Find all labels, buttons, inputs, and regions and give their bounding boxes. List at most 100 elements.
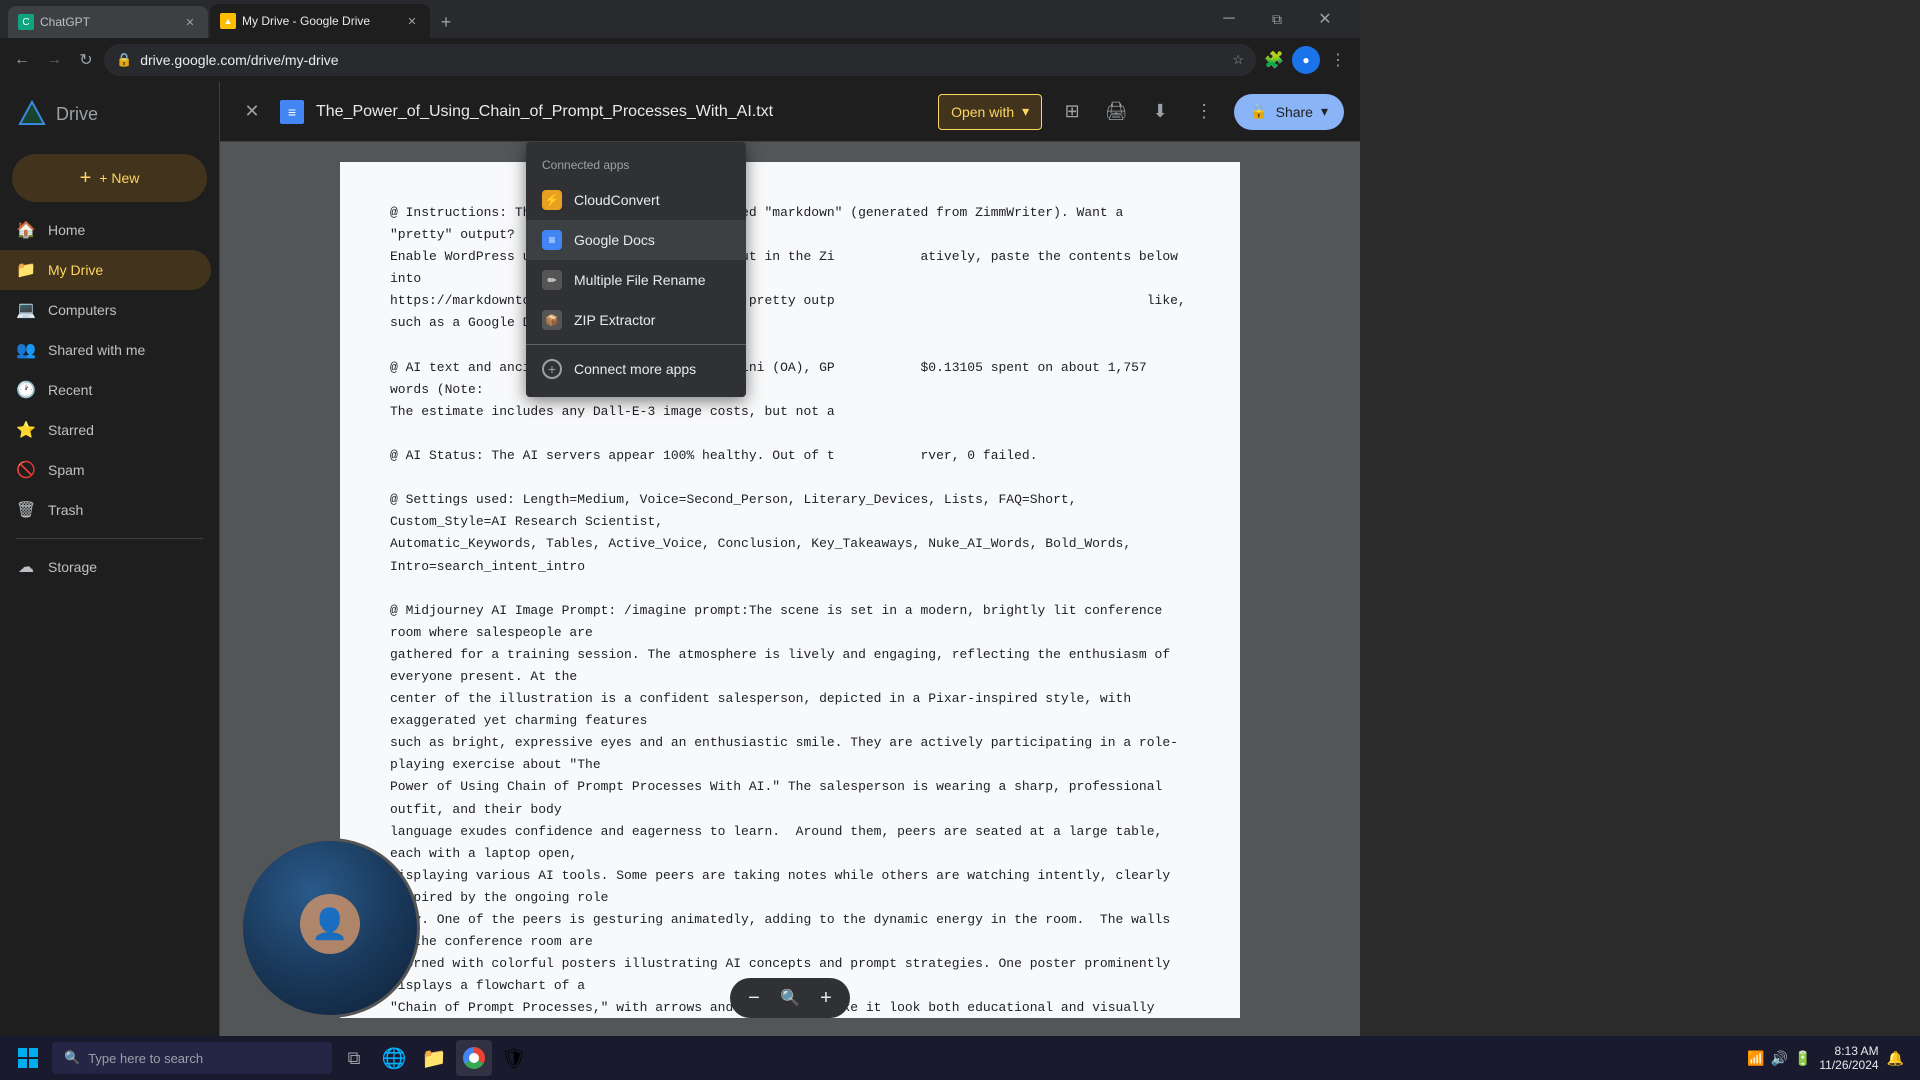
sidebar-item-trash[interactable]: 🗑 Trash <box>0 490 211 530</box>
minus-icon: − <box>748 987 760 1010</box>
sidebar-item-home-label: Home <box>48 222 85 238</box>
more-button[interactable]: ⋮ <box>1324 46 1352 74</box>
connect-more-apps-option[interactable]: + Connect more apps <box>526 349 746 389</box>
print-button[interactable]: 🖨 <box>1098 94 1134 130</box>
chatgpt-tab-close[interactable]: ✕ <box>182 14 198 30</box>
zoom-in-button[interactable]: + <box>810 982 842 1014</box>
back-button[interactable]: ← <box>8 46 36 74</box>
zoom-search-button[interactable]: 🔍 <box>774 982 806 1014</box>
cloudconvert-icon: ⚡ <box>542 190 562 210</box>
webcam-overlay: 👤 <box>240 838 420 1018</box>
search-icon: 🔍 <box>780 988 800 1008</box>
close-icon: ✕ <box>244 101 259 122</box>
google-drive-tab-close[interactable]: ✕ <box>404 13 420 29</box>
tab-google-drive[interactable]: ▲ My Drive - Google Drive ✕ <box>210 4 430 38</box>
refresh-button[interactable]: ↻ <box>72 46 100 74</box>
file-content-area: @ Instructions: This file is in a format… <box>220 142 1360 1038</box>
add-to-drive-button[interactable]: ⊞ <box>1054 94 1090 130</box>
file-header: ✕ ≡ The_Power_of_Using_Chain_of_Prompt_P… <box>220 82 1360 142</box>
taskbar-search[interactable]: 🔍 Type here to search <box>52 1042 332 1074</box>
new-button[interactable]: + + New <box>12 154 207 202</box>
taskbar-search-icon: 🔍 <box>64 1050 80 1066</box>
spam-icon: 🚫 <box>16 460 36 480</box>
sidebar-item-trash-label: Trash <box>48 502 83 518</box>
taskbar-security-button[interactable]: 🛡 <box>496 1040 532 1076</box>
taskbar-search-placeholder: Type here to search <box>88 1051 203 1066</box>
multiple-file-rename-option[interactable]: ✏ Multiple File Rename <box>526 260 746 300</box>
profile-button[interactable]: ● <box>1292 46 1320 74</box>
drive-logo-text: Drive <box>56 104 98 125</box>
multiple-file-rename-label: Multiple File Rename <box>574 272 706 288</box>
battery-icon[interactable]: 🔋 <box>1794 1050 1811 1067</box>
close-window-button[interactable]: ✕ <box>1302 4 1348 34</box>
minimize-button[interactable]: ─ <box>1206 4 1252 34</box>
sidebar: Drive + + New 🏠 Home 📁 My Drive <box>0 82 220 1038</box>
maximize-button[interactable]: ⧉ <box>1254 4 1300 34</box>
taskbar-edge-icon[interactable]: 🌐 <box>376 1040 412 1076</box>
open-with-dropdown: Connected apps ⚡ CloudConvert <box>526 142 746 397</box>
drive-logo: Drive <box>0 90 219 138</box>
taskbar-time-date[interactable]: 8:13 AM 11/26/2024 <box>1819 1044 1878 1072</box>
zip-extractor-label: ZIP Extractor <box>574 312 655 328</box>
more-options-button[interactable]: ⋮ <box>1186 94 1222 130</box>
my-drive-icon: 📁 <box>16 260 36 280</box>
google-docs-icon: ≡ <box>542 230 562 250</box>
sidebar-item-shared[interactable]: 👥 Shared with me <box>0 330 211 370</box>
sidebar-item-my-drive-label: My Drive <box>48 262 103 278</box>
cloudconvert-label: CloudConvert <box>574 192 660 208</box>
sidebar-item-computers[interactable]: 💻 Computers <box>0 290 211 330</box>
sidebar-item-spam[interactable]: 🚫 Spam <box>0 450 211 490</box>
bookmark-icon[interactable]: ☆ <box>1232 52 1244 68</box>
network-icon[interactable]: 📶 <box>1747 1050 1764 1067</box>
share-button[interactable]: 🔒 Share ▾ <box>1234 94 1344 130</box>
sidebar-item-my-drive[interactable]: 📁 My Drive <box>0 250 211 290</box>
file-type-icon: ≡ <box>280 100 304 124</box>
chrome-icon <box>463 1047 485 1069</box>
tab-chatgpt[interactable]: C ChatGPT ✕ <box>8 6 208 38</box>
cloudconvert-option[interactable]: ⚡ CloudConvert <box>526 180 746 220</box>
start-button[interactable] <box>8 1040 48 1076</box>
file-name: The_Power_of_Using_Chain_of_Prompt_Proce… <box>316 103 926 121</box>
sidebar-item-recent[interactable]: 🕐 Recent <box>0 370 211 410</box>
google-docs-option[interactable]: ≡ Google Docs <box>526 220 746 260</box>
connected-apps-label: Connected apps <box>526 150 746 180</box>
lock-share-icon: 🔒 <box>1250 103 1267 120</box>
new-tab-button[interactable]: + <box>432 8 460 36</box>
drive-logo-icon <box>16 98 48 130</box>
sidebar-item-storage-label: Storage <box>48 559 97 575</box>
file-viewer[interactable]: @ Instructions: This file is in a format… <box>340 162 1240 1018</box>
task-view-button[interactable]: ⧉ <box>336 1040 372 1076</box>
google-drive-tab-title: My Drive - Google Drive <box>242 14 398 28</box>
share-label: Share <box>1276 104 1313 120</box>
recent-icon: 🕐 <box>16 380 36 400</box>
sidebar-item-storage[interactable]: ☁ Storage <box>0 547 211 587</box>
address-bar[interactable]: 🔒 drive.google.com/drive/my-drive ☆ <box>104 44 1256 76</box>
dropdown-menu: Connected apps ⚡ CloudConvert <box>526 142 746 397</box>
sidebar-item-starred[interactable]: ⭐ Starred <box>0 410 211 450</box>
address-text: drive.google.com/drive/my-drive <box>140 52 1224 68</box>
system-tray: 📶 🔊 🔋 8:13 AM 11/26/2024 🔔 <box>1747 1044 1912 1072</box>
forward-button[interactable]: → <box>40 46 68 74</box>
task-view-icon: ⧉ <box>348 1048 361 1069</box>
sidebar-item-computers-label: Computers <box>48 302 116 318</box>
new-button-label: + New <box>99 170 139 186</box>
open-with-chevron-icon: ▾ <box>1022 103 1029 120</box>
share-chevron-icon: ▾ <box>1321 103 1328 120</box>
volume-icon[interactable]: 🔊 <box>1771 1050 1788 1067</box>
computers-icon: 💻 <box>16 300 36 320</box>
connect-more-icon: + <box>542 359 562 379</box>
plus-icon: + <box>820 987 832 1010</box>
sidebar-item-starred-label: Starred <box>48 422 94 438</box>
taskbar-file-explorer-button[interactable]: 📁 <box>416 1040 452 1076</box>
sidebar-item-shared-label: Shared with me <box>48 342 145 358</box>
sidebar-item-home[interactable]: 🏠 Home <box>0 210 211 250</box>
open-with-button[interactable]: Open with ▾ <box>938 94 1042 130</box>
edge-icon: 🌐 <box>382 1046 407 1071</box>
zip-extractor-option[interactable]: 📦 ZIP Extractor <box>526 300 746 340</box>
extensions-button[interactable]: 🧩 <box>1260 46 1288 74</box>
notification-icon[interactable]: 🔔 <box>1887 1050 1904 1067</box>
file-close-button[interactable]: ✕ <box>236 96 268 128</box>
download-button[interactable]: ⬇ <box>1142 94 1178 130</box>
zoom-out-button[interactable]: − <box>738 982 770 1014</box>
taskbar-chrome-button[interactable] <box>456 1040 492 1076</box>
